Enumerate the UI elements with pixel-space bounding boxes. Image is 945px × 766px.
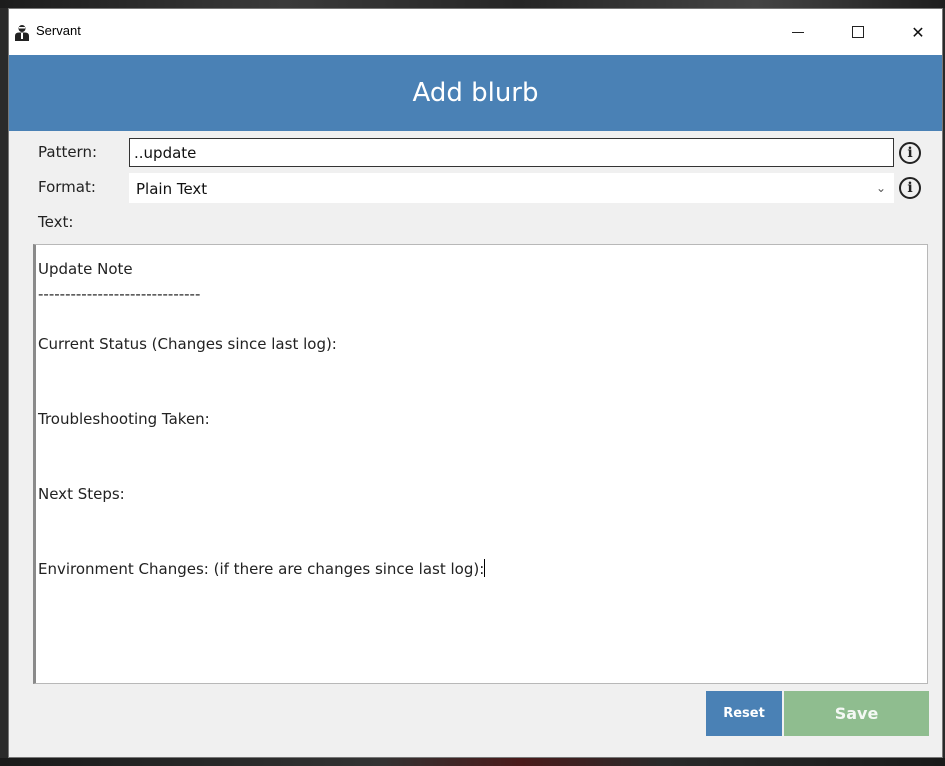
maximize-icon (852, 26, 864, 38)
save-button[interactable]: Save (784, 691, 929, 736)
page-title: Add blurb (412, 78, 539, 108)
text-line (38, 307, 925, 332)
text-line: ------------------------------ (38, 285, 201, 303)
pattern-label: Pattern: (38, 143, 98, 161)
minimize-icon (792, 31, 804, 33)
text-line-last: Environment Changes: (if there are chang… (38, 557, 925, 582)
text-line (38, 357, 925, 382)
desktop-background-bottom (0, 758, 945, 766)
text-line: Next Steps: (38, 485, 125, 503)
close-icon: ✕ (911, 22, 925, 42)
text-line: Update Note (38, 260, 133, 278)
window-title: Servant (36, 23, 81, 38)
blurb-text-area[interactable]: Update Note ----------------------------… (33, 244, 928, 684)
text-line: Current Status (Changes since last log): (38, 335, 337, 353)
reset-button[interactable]: Reset (706, 691, 782, 736)
minimize-button[interactable] (775, 9, 821, 55)
servant-person-icon (15, 25, 29, 41)
text-line (38, 382, 925, 407)
text-caret (484, 559, 486, 577)
pattern-info-icon[interactable]: i (899, 142, 921, 164)
format-label: Format: (38, 178, 96, 196)
format-select[interactable]: Plain Text (129, 173, 894, 203)
app-window: Servant ✕ Add blurb Pattern: ..update i … (8, 8, 943, 758)
text-label: Text: (38, 213, 74, 231)
chevron-down-icon[interactable]: ⌄ (871, 174, 891, 202)
desktop-background-top (0, 0, 945, 8)
page-header: Add blurb (9, 55, 942, 131)
close-button[interactable]: ✕ (895, 9, 941, 55)
text-line (38, 507, 925, 532)
maximize-button[interactable] (835, 9, 881, 55)
text-line-content: Environment Changes: (if there are chang… (38, 560, 485, 578)
format-info-icon[interactable]: i (899, 177, 921, 199)
text-line (38, 432, 925, 457)
title-bar[interactable]: Servant ✕ (9, 9, 942, 55)
text-line (38, 457, 925, 482)
pattern-input[interactable]: ..update (129, 138, 894, 167)
text-line (38, 532, 925, 557)
text-line: Troubleshooting Taken: (38, 410, 210, 428)
